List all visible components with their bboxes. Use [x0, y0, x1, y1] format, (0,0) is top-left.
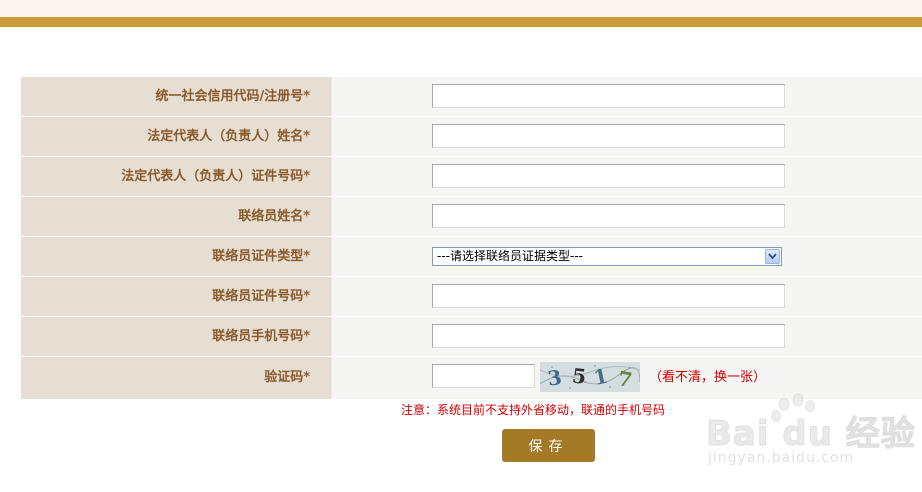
watermark-brand: Bai du 经验	[706, 414, 916, 455]
contact-id-number-input[interactable]	[432, 284, 785, 308]
select-value: ---请选择联络员证据类型---	[437, 249, 583, 263]
watermark-url: jingyan.baidu.com	[708, 450, 855, 466]
form-row-legal-rep-name: 法定代表人（负责人）姓名*	[21, 117, 922, 157]
baidu-paw-logo	[771, 393, 815, 422]
form-row-credit-code: 统一社会信用代码/注册号*	[21, 77, 922, 117]
chevron-down-icon[interactable]	[765, 249, 780, 264]
field-label: 统一社会信用代码/注册号*	[21, 77, 332, 116]
field-label: 法定代表人（负责人）姓名*	[21, 117, 332, 156]
form-row-contact-id-type: 联络员证件类型* ---请选择联络员证据类型---	[21, 237, 922, 277]
contact-phone-input[interactable]	[432, 324, 785, 348]
baidu-jingyan-watermark: Bai du 经验 jingyan.baidu.com	[706, 392, 915, 472]
save-button[interactable]: 保存	[502, 429, 595, 462]
header-strip	[0, 0, 922, 17]
credit-code-input[interactable]	[432, 84, 785, 108]
contact-name-input[interactable]	[432, 204, 785, 228]
legal-rep-id-input[interactable]	[432, 164, 785, 188]
field-label: 联络员证件类型*	[21, 237, 332, 276]
form-row-legal-rep-id: 法定代表人（负责人）证件号码*	[21, 157, 922, 197]
registration-form: 统一社会信用代码/注册号* 法定代表人（负责人）姓名* 法定代表人（负责人）证件…	[21, 77, 922, 399]
form-row-contact-id-number: 联络员证件号码*	[21, 277, 922, 317]
legal-rep-name-input[interactable]	[432, 124, 785, 148]
page: 统一社会信用代码/注册号* 法定代表人（负责人）姓名* 法定代表人（负责人）证件…	[0, 0, 922, 492]
form-row-captcha: 验证码* 3 5 1 7 （看不清，换一张）	[21, 357, 922, 399]
captcha-image[interactable]: 3 5 1 7	[540, 362, 640, 392]
header-bar	[0, 17, 922, 27]
captcha-graphic: 3 5 1 7	[540, 362, 640, 392]
field-label: 联络员姓名*	[21, 197, 332, 236]
field-label: 验证码*	[21, 357, 332, 399]
form-row-contact-phone: 联络员手机号码*	[21, 317, 922, 357]
contact-id-type-select[interactable]: ---请选择联络员证据类型---	[432, 247, 782, 266]
field-label: 联络员证件号码*	[21, 277, 332, 316]
phone-notice: 注意：系统目前不支持外省移动，联通的手机号码	[401, 403, 666, 417]
captcha-char: 5	[571, 363, 587, 388]
captcha-input[interactable]	[432, 364, 535, 388]
form-row-contact-name: 联络员姓名*	[21, 197, 922, 237]
field-label: 法定代表人（负责人）证件号码*	[21, 157, 332, 196]
field-label: 联络员手机号码*	[21, 317, 332, 356]
captcha-refresh-link[interactable]: （看不清，换一张）	[649, 357, 766, 399]
